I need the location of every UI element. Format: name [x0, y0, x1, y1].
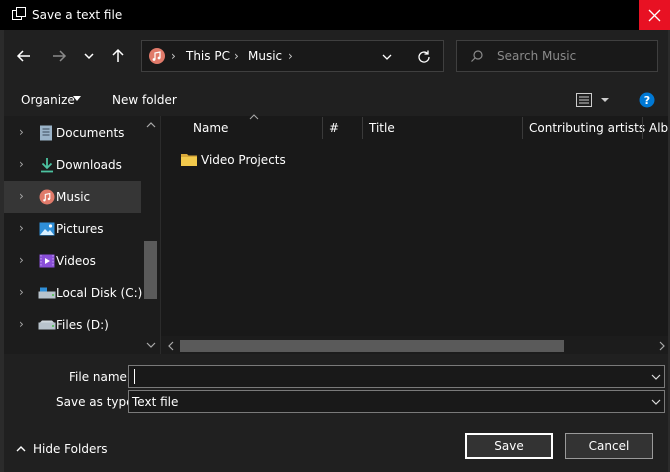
nav-item-label: Downloads: [56, 158, 122, 172]
file-name-input[interactable]: [128, 365, 665, 388]
window-title: Save a text file: [32, 8, 123, 22]
chevron-down-icon[interactable]: [650, 397, 662, 407]
hide-folders-label: Hide Folders: [33, 442, 108, 456]
nav-item-label: Local Disk (C:): [56, 286, 143, 300]
column-header-album[interactable]: Albu: [649, 121, 668, 135]
organize-chevron-icon: [73, 96, 81, 102]
save-button-label: Save: [494, 439, 524, 453]
column-header-contributing-artists[interactable]: Contributing artists: [529, 121, 645, 135]
text-cursor: [134, 369, 135, 384]
chevron-down-icon: [84, 53, 94, 60]
close-icon: [648, 9, 661, 22]
forward-button[interactable]: [49, 46, 69, 66]
command-bar: [4, 85, 668, 116]
cancel-button-label: Cancel: [588, 439, 630, 453]
nav-item-label: Videos: [56, 254, 96, 268]
new-folder-button[interactable]: New folder: [112, 93, 177, 107]
up-arrow-icon: [112, 48, 124, 62]
column-header-title[interactable]: Title: [369, 121, 395, 135]
nav-item-label: Files (D:): [56, 318, 109, 332]
breadcrumb-music[interactable]: Music: [248, 49, 282, 63]
window-icon: [12, 7, 26, 21]
folder-icon: [181, 153, 197, 166]
view-list-icon: [576, 93, 609, 107]
music-location-icon: [148, 47, 166, 65]
column-header-number[interactable]: #: [329, 121, 339, 135]
nav-item-label: Documents: [56, 126, 125, 140]
documents-icon: [39, 125, 53, 141]
column-separator[interactable]: [642, 117, 643, 139]
organize-button[interactable]: Organize: [21, 93, 75, 107]
chevron-down-icon[interactable]: [650, 372, 662, 382]
nav-item-label: Pictures: [56, 222, 104, 236]
column-separator[interactable]: [522, 117, 523, 139]
save-type-select[interactable]: [128, 390, 665, 413]
expand-chevron-icon[interactable]: ›: [19, 317, 24, 331]
expand-chevron-icon[interactable]: ›: [19, 125, 24, 139]
breadcrumb-separator: ›: [288, 49, 293, 63]
chevron-up-icon: [15, 444, 27, 454]
music-icon: [39, 189, 55, 205]
back-arrow-icon: [16, 50, 30, 62]
breadcrumb-separator: ›: [171, 49, 176, 63]
search-placeholder: Search Music: [497, 49, 577, 63]
scroll-up-icon[interactable]: [146, 121, 156, 129]
recent-locations-button[interactable]: [82, 49, 96, 63]
view-options-button[interactable]: [576, 92, 612, 108]
scroll-right-icon[interactable]: [658, 341, 666, 351]
column-header-name[interactable]: Name: [193, 121, 228, 135]
local-disk-icon: [38, 287, 56, 299]
help-button[interactable]: ?: [639, 92, 655, 108]
expand-chevron-icon[interactable]: ›: [19, 253, 24, 267]
column-separator[interactable]: [362, 117, 363, 139]
nav-scrollbar-thumb[interactable]: [144, 241, 157, 299]
close-button[interactable]: [639, 0, 670, 30]
videos-icon: [39, 254, 55, 268]
scroll-down-icon[interactable]: [146, 341, 156, 349]
save-type-value: Text file: [132, 395, 179, 409]
file-name-label: File name:: [69, 370, 131, 384]
downloads-icon: [39, 157, 55, 173]
refresh-button[interactable]: [415, 48, 433, 66]
sort-ascending-icon: [249, 114, 259, 120]
up-button[interactable]: [108, 46, 128, 66]
expand-chevron-icon[interactable]: ›: [19, 189, 24, 203]
pictures-icon: [39, 222, 55, 236]
address-history-button[interactable]: [380, 50, 394, 64]
forward-arrow-icon: [53, 50, 67, 62]
scroll-left-icon[interactable]: [167, 341, 175, 351]
back-button[interactable]: [14, 46, 34, 66]
folder-name: Video Projects: [201, 153, 286, 167]
drive-icon: [38, 320, 56, 330]
save-button[interactable]: Save: [465, 433, 553, 459]
horizontal-scrollbar-thumb[interactable]: [180, 340, 564, 352]
expand-chevron-icon[interactable]: ›: [19, 157, 24, 171]
nav-scrollbar[interactable]: [142, 116, 160, 354]
svg-text:?: ?: [644, 94, 650, 107]
chevron-down-icon: [382, 54, 392, 60]
column-separator[interactable]: [322, 117, 323, 139]
refresh-icon: [418, 50, 430, 63]
breadcrumb-separator: ›: [234, 49, 239, 63]
save-type-label: Save as type:: [56, 395, 138, 409]
expand-chevron-icon[interactable]: ›: [19, 285, 24, 299]
search-icon: [470, 49, 484, 63]
nav-item-label: Music: [56, 190, 91, 204]
cancel-button[interactable]: Cancel: [565, 433, 653, 459]
expand-chevron-icon[interactable]: ›: [19, 221, 24, 235]
help-icon: ?: [639, 92, 655, 108]
breadcrumb-this-pc[interactable]: This PC: [186, 49, 230, 63]
